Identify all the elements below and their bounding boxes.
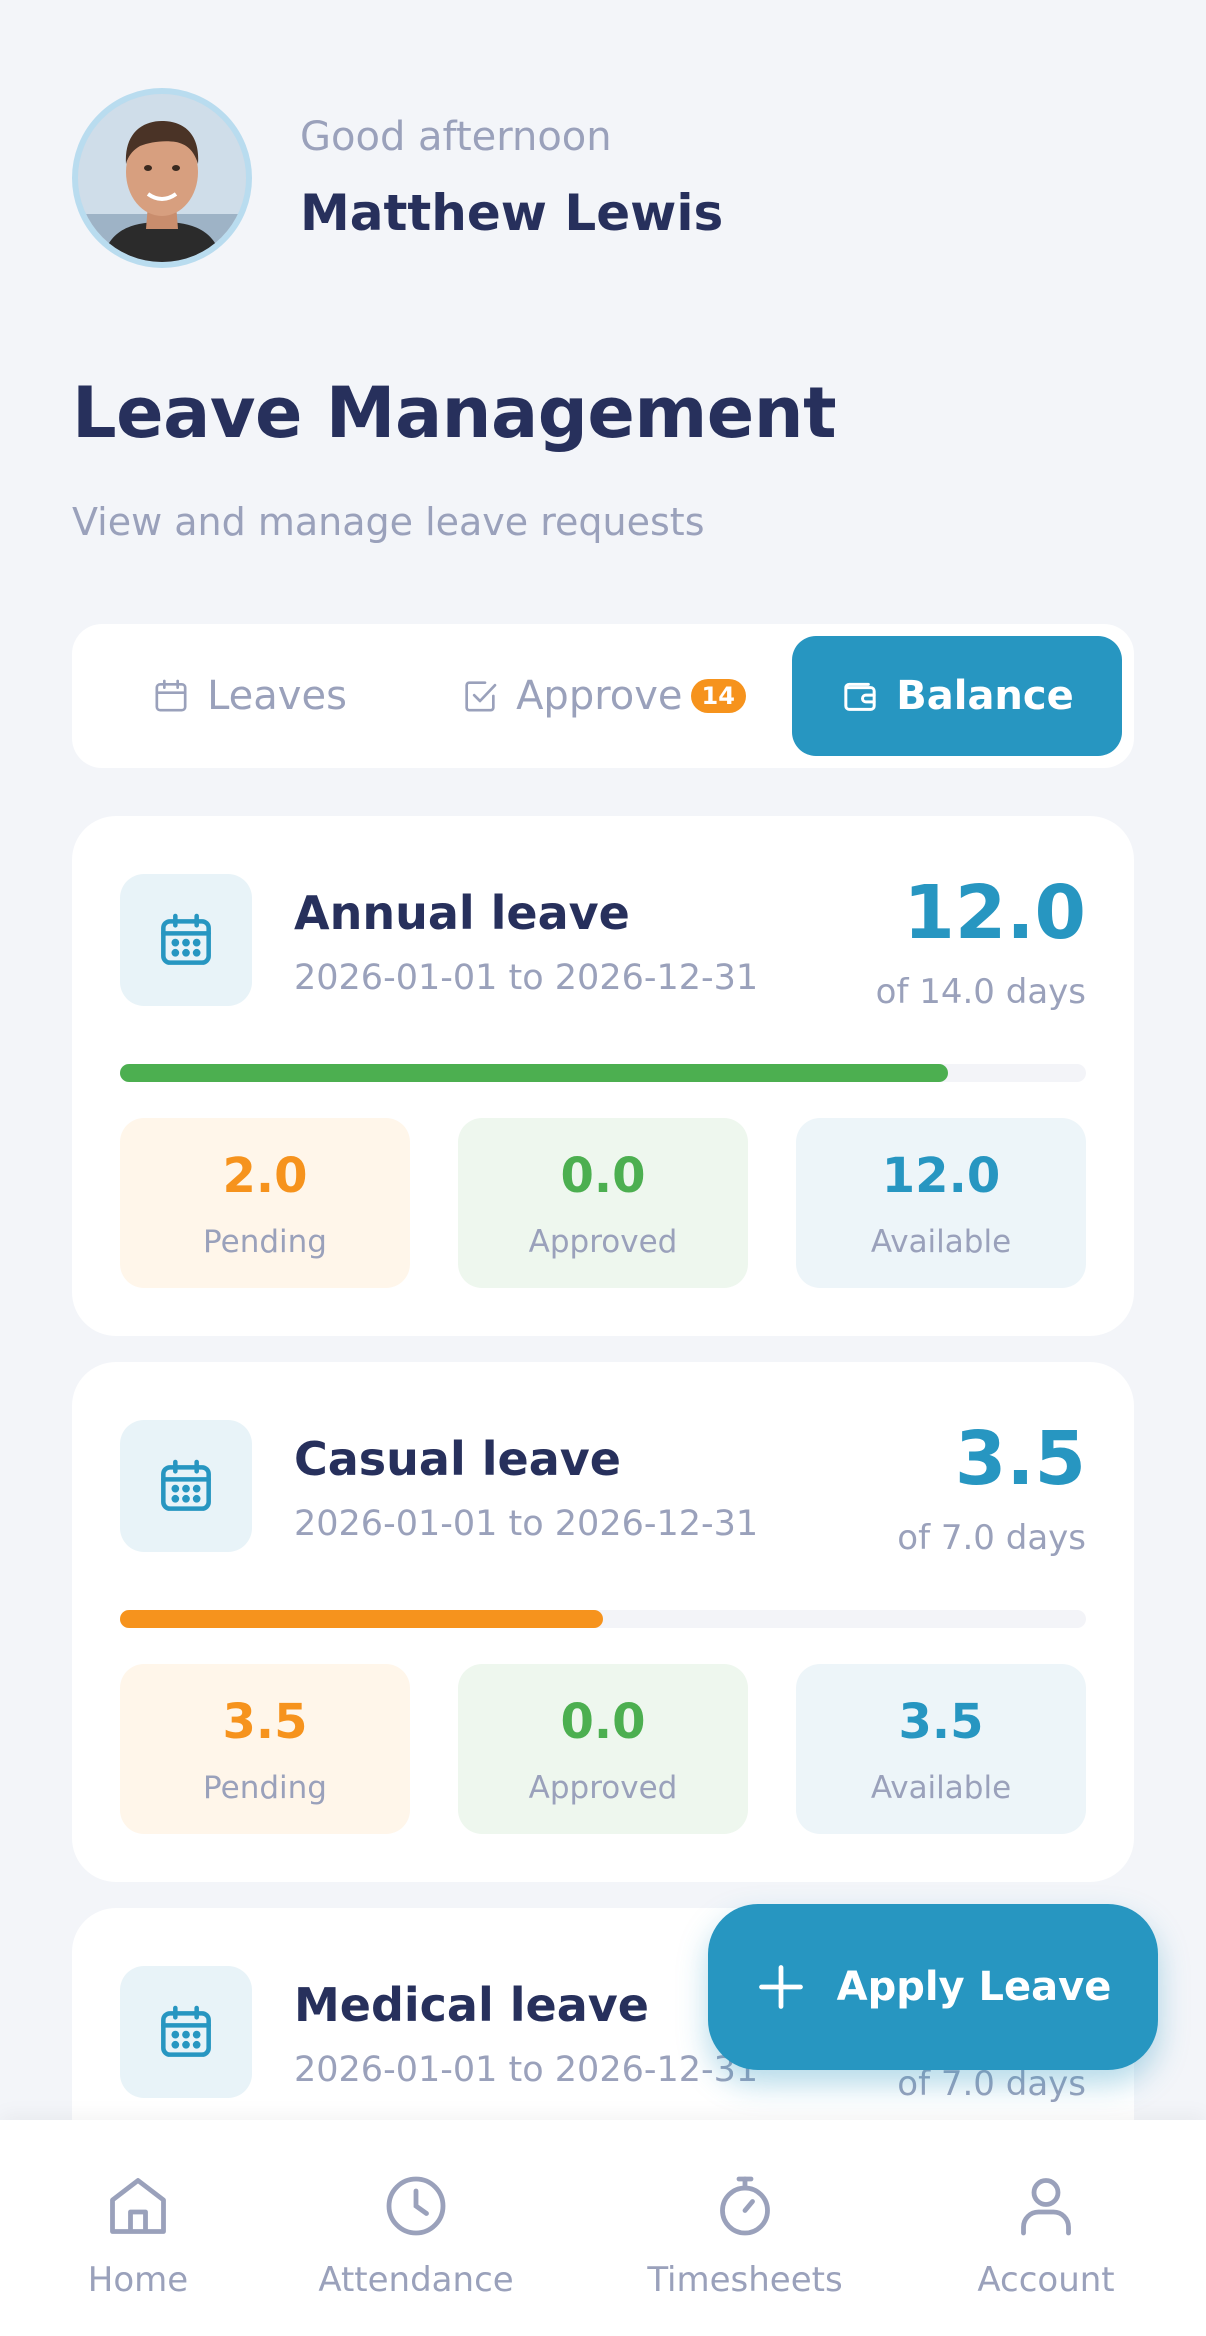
tab-approve[interactable]: Approve 14 [438, 636, 768, 756]
pending-label: Pending [203, 1770, 327, 1806]
nav-home-label: Home [87, 2260, 189, 2300]
avatar[interactable] [72, 88, 252, 268]
pending-value: 3.5 [222, 1694, 308, 1750]
leave-name: Medical leave [294, 1978, 649, 2032]
tab-balance-label: Balance [896, 673, 1074, 719]
pending-label: Pending [203, 1224, 327, 1260]
available-value: 12.0 [881, 1148, 1001, 1204]
tab-approve-label: Approve [516, 673, 683, 719]
approved-label: Approved [528, 1770, 678, 1806]
tab-leaves-label: Leaves [207, 673, 347, 719]
bottom-navigation: Home Attendance Timesheets Account [0, 2120, 1206, 2336]
calendar-icon [155, 679, 187, 712]
approved-label: Approved [528, 1224, 678, 1260]
stopwatch-icon [720, 2176, 770, 2236]
approve-count-badge: 14 [690, 679, 746, 713]
approved-value: 0.0 [560, 1694, 646, 1750]
avatar-image [78, 94, 246, 262]
leave-progress-bar [120, 1064, 1086, 1082]
user-name: Matthew Lewis [300, 184, 724, 242]
checkbox-icon [465, 681, 497, 712]
nav-attendance[interactable]: Attendance [296, 2170, 536, 2300]
approved-value: 0.0 [560, 1148, 646, 1204]
calendar-icon [161, 1459, 211, 1511]
page-subtitle: View and manage leave requests [72, 500, 705, 544]
apply-leave-label: Apply Leave [836, 1964, 1112, 2010]
nav-timesheets[interactable]: Timesheets [625, 2170, 865, 2300]
leave-name: Annual leave [294, 886, 630, 940]
apply-leave-button[interactable]: Apply Leave [708, 1904, 1158, 2070]
tab-balance[interactable]: Balance [792, 636, 1122, 756]
approved-stat: 0.0 Approved [458, 1664, 748, 1834]
leave-period: 2026-01-01 to 2026-12-31 [294, 2050, 759, 2090]
user-icon [1021, 2178, 1071, 2236]
page-title: Leave Management [72, 372, 837, 454]
calendar-icon [161, 913, 211, 965]
leave-type-icon-box [120, 874, 252, 1006]
plus-icon [758, 1965, 803, 2009]
nav-attendance-label: Attendance [318, 2260, 514, 2300]
available-stat: 12.0 Available [796, 1118, 1086, 1288]
tab-leaves[interactable]: Leaves [84, 636, 414, 756]
leave-available-days: 3.5 [954, 1416, 1086, 1502]
leave-name: Casual leave [294, 1432, 621, 1486]
profile-header: Good afternoon Matthew Lewis [72, 88, 1072, 268]
approved-stat: 0.0 Approved [458, 1118, 748, 1288]
nav-timesheets-label: Timesheets [647, 2260, 843, 2300]
calendar-icon [161, 2005, 211, 2057]
available-label: Available [870, 1770, 1012, 1806]
nav-account[interactable]: Account [926, 2170, 1166, 2300]
nav-account-label: Account [977, 2260, 1115, 2300]
leave-card-annual[interactable]: Annual leave 2026-01-01 to 2026-12-31 12… [72, 816, 1134, 1336]
tab-bar: Leaves Approve 14 Balance [72, 624, 1134, 768]
leave-type-icon-box [120, 1420, 252, 1552]
leave-period: 2026-01-01 to 2026-12-31 [294, 1504, 759, 1544]
leave-total-days: of 14.0 days [875, 972, 1086, 1012]
pending-stat: 2.0 Pending [120, 1118, 410, 1288]
leave-progress-fill [120, 1064, 948, 1082]
clock-icon [386, 2176, 446, 2236]
leave-progress-fill [120, 1610, 603, 1628]
nav-home[interactable]: Home [18, 2170, 258, 2300]
pending-value: 2.0 [222, 1148, 308, 1204]
wallet-icon [844, 682, 876, 711]
leave-total-days: of 7.0 days [897, 1518, 1086, 1558]
leave-progress-bar [120, 1610, 1086, 1628]
leave-total-days: of 7.0 days [897, 2064, 1086, 2104]
available-value: 3.5 [898, 1694, 984, 1750]
available-label: Available [870, 1224, 1012, 1260]
leave-type-icon-box [120, 1966, 252, 2098]
pending-stat: 3.5 Pending [120, 1664, 410, 1834]
leave-available-days: 12.0 [903, 870, 1086, 956]
leave-period: 2026-01-01 to 2026-12-31 [294, 958, 759, 998]
greeting-text: Good afternoon [300, 114, 612, 160]
home-icon [110, 2178, 166, 2234]
leave-card-casual[interactable]: Casual leave 2026-01-01 to 2026-12-31 3.… [72, 1362, 1134, 1882]
available-stat: 3.5 Available [796, 1664, 1086, 1834]
